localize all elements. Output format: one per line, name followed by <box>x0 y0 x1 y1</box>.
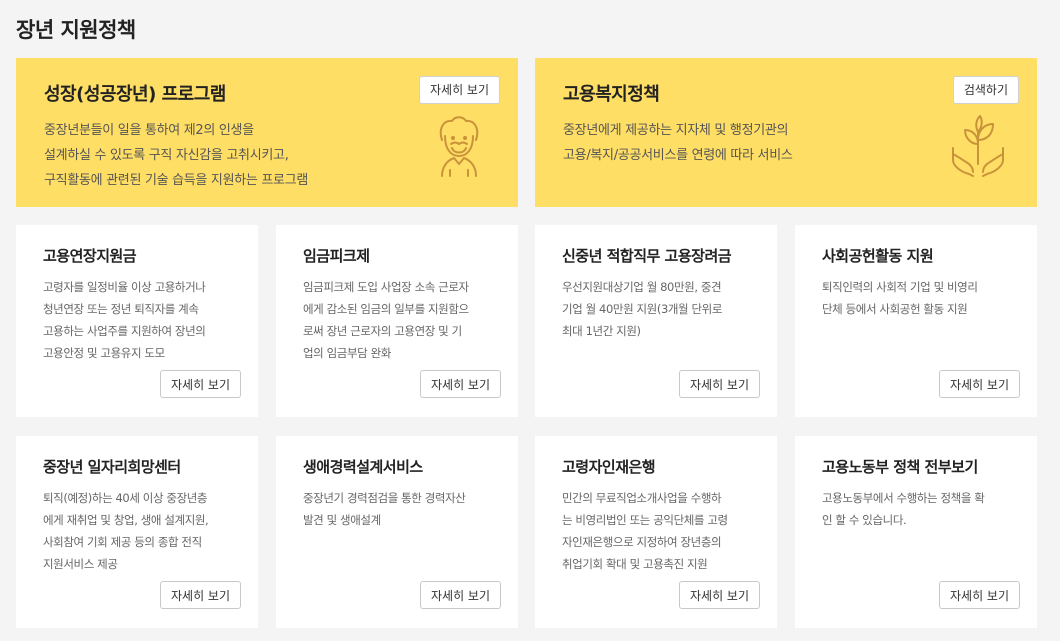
card-title: 고령자인재은행 <box>562 458 656 476</box>
hero-description: 중장년에게 제공하는 지자체 및 행정기관의 고용/복지/공공서비스를 연령에 … <box>563 118 903 168</box>
hero-desc-line: 중장년분들이 일을 통하여 제2의 인생을 <box>44 123 254 138</box>
hands-plant-icon <box>952 115 1004 177</box>
page-title: 장년 지원정책 <box>16 18 136 42</box>
card-title: 사회공헌활동 지원 <box>822 247 934 265</box>
details-button[interactable]: 자세히 보기 <box>939 370 1020 398</box>
card-description: 고령자를 일정비율 이상 고용하거나 청년연장 또는 정년 퇴직자를 계속 고용하는… <box>43 280 206 360</box>
hero-desc-line: 구직활동에 관련된 기술 습득을 지원하는 프로그램 <box>44 173 309 188</box>
details-button[interactable]: 자세히 보기 <box>418 76 500 104</box>
card-career-design: 생애경력설계서비스 중장년기 경력점검을 통한 경력자산 발견 및 생애설계 자세… <box>276 436 518 628</box>
card-description: 민간의 무료직업소개사업을 수행하 는 비영리법인 또는 공익단체를 고령 자인재은… <box>562 491 728 571</box>
hero-desc-line: 중장년에게 제공하는 지자체 및 행정기관의 <box>563 123 789 138</box>
card-title: 생애경력설계서비스 <box>303 458 423 476</box>
search-button[interactable]: 검색하기 <box>952 76 1019 104</box>
hero-seongjang-program: 성장(성공장년) 프로그램 중장년분들이 일을 통하여 제2의 인생을 설계하실… <box>16 58 518 207</box>
card-description: 고용노동부에서 수행하는 정책을 확인 할 수 있습니다. <box>822 491 985 527</box>
card-description: 퇴직(예정)하는 40세 이상 중장년층 에게 재취업 및 창업, 생애 설계지원… <box>43 491 209 571</box>
details-button[interactable]: 자세히 보기 <box>420 370 501 398</box>
card-new-middle-age-subsidy: 신중년 적합직무 고용장려금 우선지원대상기업 월 80만원, 중견 기업 월 4… <box>535 225 777 417</box>
details-button[interactable]: 자세히 보기 <box>160 581 241 609</box>
card-job-hope-center: 중장년 일자리희망센터 퇴직(예정)하는 40세 이상 중장년층 에게 재취업 및… <box>16 436 258 628</box>
details-button[interactable]: 자세히 보기 <box>679 370 760 398</box>
card-description: 퇴직인력의 사회적 기업 및 비영리 단체 등에서 사회공헌 활동 지원 <box>822 280 978 316</box>
hero-title: 고용복지정책 <box>563 84 660 105</box>
hero-desc-line: 고용/복지/공공서비스를 연령에 따라 서비스 <box>563 148 793 163</box>
hero-employment-welfare: 고용복지정책 중장년에게 제공하는 지자체 및 행정기관의 고용/복지/공공서비… <box>535 58 1037 207</box>
card-title: 임금피크제 <box>303 247 370 265</box>
card-wage-peak: 임금피크제 임금피크제 도입 사업장 소속 근로자 에게 감소된 임금의 일부를 … <box>276 225 518 417</box>
card-all-labor-policies: 고용노동부 정책 전부보기 고용노동부에서 수행하는 정책을 확인 할 수 있습… <box>795 436 1037 628</box>
details-button[interactable]: 자세히 보기 <box>679 581 760 609</box>
card-senior-talent-bank: 고령자인재은행 민간의 무료직업소개사업을 수행하 는 비영리법인 또는 공익단체… <box>535 436 777 628</box>
card-employment-extension: 고용연장지원금 고령자를 일정비율 이상 고용하거나 청년연장 또는 정년 퇴직자… <box>16 225 258 417</box>
hero-description: 중장년분들이 일을 통하여 제2의 인생을 설계하실 수 있도록 구직 자신감을… <box>44 118 384 193</box>
card-title: 고용연장지원금 <box>43 247 137 265</box>
hero-desc-line: 설계하실 수 있도록 구직 자신감을 고취시키고, <box>44 148 289 163</box>
card-title: 신중년 적합직무 고용장려금 <box>562 247 732 265</box>
card-title: 고용노동부 정책 전부보기 <box>822 458 978 476</box>
elderly-man-icon <box>439 116 479 177</box>
details-button[interactable]: 자세히 보기 <box>939 581 1020 609</box>
card-description: 중장년기 경력점검을 통한 경력자산 발견 및 생애설계 <box>303 491 466 527</box>
card-description: 우선지원대상기업 월 80만원, 중견 기업 월 40만원 지원(3개월 단위로 최… <box>562 280 723 338</box>
card-title: 중장년 일자리희망센터 <box>43 458 181 476</box>
details-button[interactable]: 자세히 보기 <box>420 581 501 609</box>
details-button[interactable]: 자세히 보기 <box>160 370 241 398</box>
card-social-contribution: 사회공헌활동 지원 퇴직인력의 사회적 기업 및 비영리 단체 등에서 사회공헌 … <box>795 225 1037 417</box>
card-description: 임금피크제 도입 사업장 소속 근로자 에게 감소된 임금의 일부를 지원함으 로써… <box>303 280 469 360</box>
